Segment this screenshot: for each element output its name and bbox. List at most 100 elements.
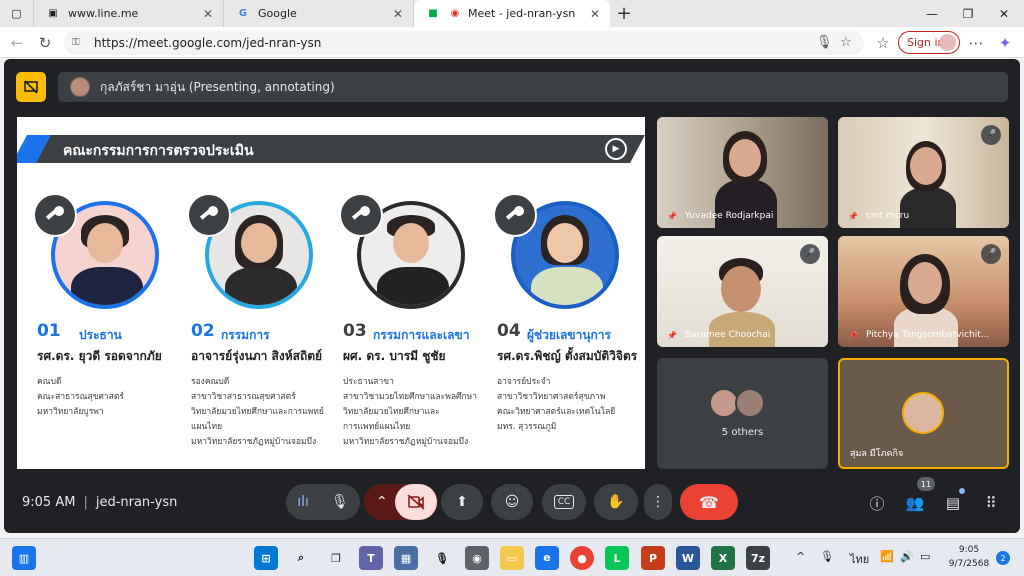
mic-permission-icon[interactable]: 🎙 — [816, 35, 833, 50]
desc-line: มหาวิทยาลัยบูรพา — [37, 407, 104, 417]
sign-in-button[interactable]: Sign in — [898, 31, 960, 54]
key-icon — [33, 193, 77, 237]
site-info-icon[interactable]: ⚿ — [72, 37, 86, 49]
task-view-icon[interactable]: ❐ — [324, 546, 348, 570]
tray-chevron-icon[interactable]: ^ — [796, 550, 805, 563]
participant-tile[interactable]: 🎤 📌 cmt mcru — [838, 117, 1009, 228]
member-name: อาจารย์รุ่งนภา สิงห์สถิตย์ — [191, 349, 323, 363]
start-icon[interactable]: ⊞ — [254, 546, 278, 570]
emoji-button[interactable]: ☺ — [491, 484, 533, 520]
app-icon[interactable]: ▦ — [394, 546, 418, 570]
mic-off-icon: 🎤 — [981, 244, 1001, 264]
play-icon: ▶ — [605, 138, 627, 160]
desc-line: ประธานสาขา — [343, 377, 394, 387]
pin-icon: 📌 — [848, 330, 858, 340]
desc-line: วิทยาลัยมวยไทยศึกษาและการแพทย์ — [191, 407, 324, 417]
others-tile[interactable]: 5 others — [657, 358, 828, 469]
close-icon[interactable]: ✕ — [393, 7, 403, 21]
close-window-button[interactable]: ✕ — [986, 0, 1022, 27]
tab-label: Google — [258, 7, 297, 20]
volume-icon[interactable]: 🔊 — [900, 550, 914, 563]
self-tile[interactable]: สุมล มีโภคกิจ — [838, 358, 1009, 469]
address-bar-row: ← ↻ ⚿ https://meet.google.com/jed-nran-y… — [0, 27, 1024, 58]
participant-tile[interactable]: 📌 Yuvadee Rodjarkpai — [657, 117, 828, 228]
tab-meet[interactable]: ■ ◉ Meet - jed-nran-ysn ✕ — [414, 0, 610, 27]
file-explorer-icon[interactable]: ▭ — [500, 546, 524, 570]
input-language[interactable]: ไทย — [850, 550, 869, 568]
meeting-info: 9:05 AM | jed-nran-ysn — [22, 495, 178, 510]
windows-taskbar: ▥ ⊞ ⌕ ❐ T ▦ 🎙 ◉ ▭ e ● L P W X 7z ^ 🎙 ไทย… — [0, 538, 1024, 576]
close-icon[interactable]: ✕ — [590, 7, 600, 21]
new-tab-button[interactable]: + — [610, 0, 638, 27]
url-field[interactable]: ⚿ https://meet.google.com/jed-nran-ysn 🎙… — [64, 31, 864, 55]
captions-button[interactable]: CC — [542, 484, 586, 520]
search-icon[interactable]: ⌕ — [289, 546, 313, 570]
mic-control[interactable]: ılı 🎙 — [286, 484, 360, 520]
microphone-app-icon[interactable]: 🎙 — [430, 546, 454, 570]
camera-app-icon[interactable]: ◉ — [465, 546, 489, 570]
restore-button[interactable]: ❐ — [950, 0, 986, 27]
browser-tab-strip: ▢ ▣ www.line.me ✕ G Google ✕ ■ ◉ Meet - … — [0, 0, 1024, 27]
widgets-icon[interactable]: ▥ — [12, 546, 36, 570]
chrome-icon[interactable]: ● — [570, 546, 594, 570]
participant-tile[interactable]: 🎤 📌 Pitchya Tangsombatvichit... — [838, 236, 1009, 347]
desc-line: สาขาวิชามวยไทยศึกษาและพลศึกษา — [343, 392, 477, 402]
participant-name: สุมล มีโภคกิจ — [850, 449, 904, 459]
reload-button[interactable]: ↻ — [34, 32, 56, 54]
more-vert-icon: ⋮ — [651, 494, 665, 510]
activities-icon[interactable]: ⠿ — [978, 490, 1004, 516]
powerpoint-icon[interactable]: P — [641, 546, 665, 570]
desc-line: สาขาวิชาสาธารณสุขศาสตร์ — [191, 392, 296, 402]
desc-line: คณะสาธารณสุขศาสตร์ — [37, 392, 124, 402]
word-icon[interactable]: W — [676, 546, 700, 570]
more-options-button[interactable]: ⋮ — [644, 484, 672, 520]
meeting-code: jed-nran-ysn — [95, 495, 178, 510]
desc-line: วิทยาลัยมวยไทยศึกษาและ — [343, 407, 440, 417]
favorites-icon[interactable]: ☆ — [872, 32, 894, 54]
hand-icon: ✋ — [607, 494, 625, 510]
participant-tile[interactable]: 🎤 📌 Baramee Choochai — [657, 236, 828, 347]
chevron-up-icon: ⌃ — [376, 494, 388, 510]
tab-actions-icon: ▢ — [11, 7, 22, 20]
raise-hand-button[interactable]: ✋ — [594, 484, 638, 520]
member-name: รศ.ดร.พิชญ์ ตั้งสมบัติวิจิตร — [497, 349, 638, 363]
member-role: ประธาน — [79, 328, 122, 342]
member-role: กรรมการ — [221, 328, 270, 342]
tab-sidebar-toggle[interactable]: ▢ — [0, 0, 34, 27]
teams-icon[interactable]: T — [359, 546, 383, 570]
more-menu-icon[interactable]: ⋯ — [965, 32, 987, 54]
excel-icon[interactable]: X — [711, 546, 735, 570]
back-button[interactable]: ← — [6, 32, 28, 54]
info-icon[interactable]: ⓘ — [864, 490, 890, 516]
copilot-icon[interactable]: ✦ — [994, 32, 1016, 54]
wifi-icon[interactable]: 📶 — [880, 550, 894, 563]
member-name: ผศ. ดร. บารมี ชูชัย — [343, 349, 446, 363]
desc-line: มหาวิทยาลัยราชภัฏหมู่บ้านจอมบึง — [191, 437, 317, 447]
member-number: 04 — [497, 321, 521, 341]
tab-label: Meet - jed-nran-ysn — [468, 7, 576, 20]
people-icon[interactable]: 👥 — [902, 490, 928, 516]
leave-call-button[interactable]: ☎ — [680, 484, 738, 520]
taskbar-clock[interactable]: 9:05 9/7/2568 — [945, 543, 993, 571]
line-app-icon[interactable]: L — [605, 546, 629, 570]
tab-google[interactable]: G Google ✕ — [224, 0, 414, 27]
desc-line: การแพทย์แผนไทย — [343, 422, 411, 432]
desc-line: มหาวิทยาลัยราชภัฏหมู่บ้านจอมบึง — [343, 437, 469, 447]
minimize-button[interactable]: — — [914, 0, 950, 27]
7zip-icon[interactable]: 7z — [746, 546, 770, 570]
stop-presenting-icon[interactable] — [16, 72, 46, 102]
camera-off-button[interactable] — [395, 484, 437, 520]
slide-header: คณะกรรมการการตรวจประเมิน ▶ — [17, 135, 645, 163]
tray-mic-icon[interactable]: 🎙 — [820, 550, 834, 563]
desc-line: มทร. สุวรรณภูมิ — [497, 422, 557, 432]
tab-line[interactable]: ▣ www.line.me ✕ — [34, 0, 224, 27]
member-desc: ประธานสาขา สาขาวิชามวยไทยศึกษาและพลศึกษา… — [343, 375, 477, 450]
chat-notification-dot — [959, 488, 965, 494]
star-icon[interactable]: ☆ — [840, 35, 852, 50]
others-count: 5 others — [721, 427, 764, 438]
present-button[interactable]: ⬆ — [441, 484, 483, 520]
notification-badge[interactable]: 2 — [996, 551, 1010, 565]
battery-icon[interactable]: ▭ — [920, 550, 930, 563]
edge-icon[interactable]: e — [535, 546, 559, 570]
close-icon[interactable]: ✕ — [203, 7, 213, 21]
